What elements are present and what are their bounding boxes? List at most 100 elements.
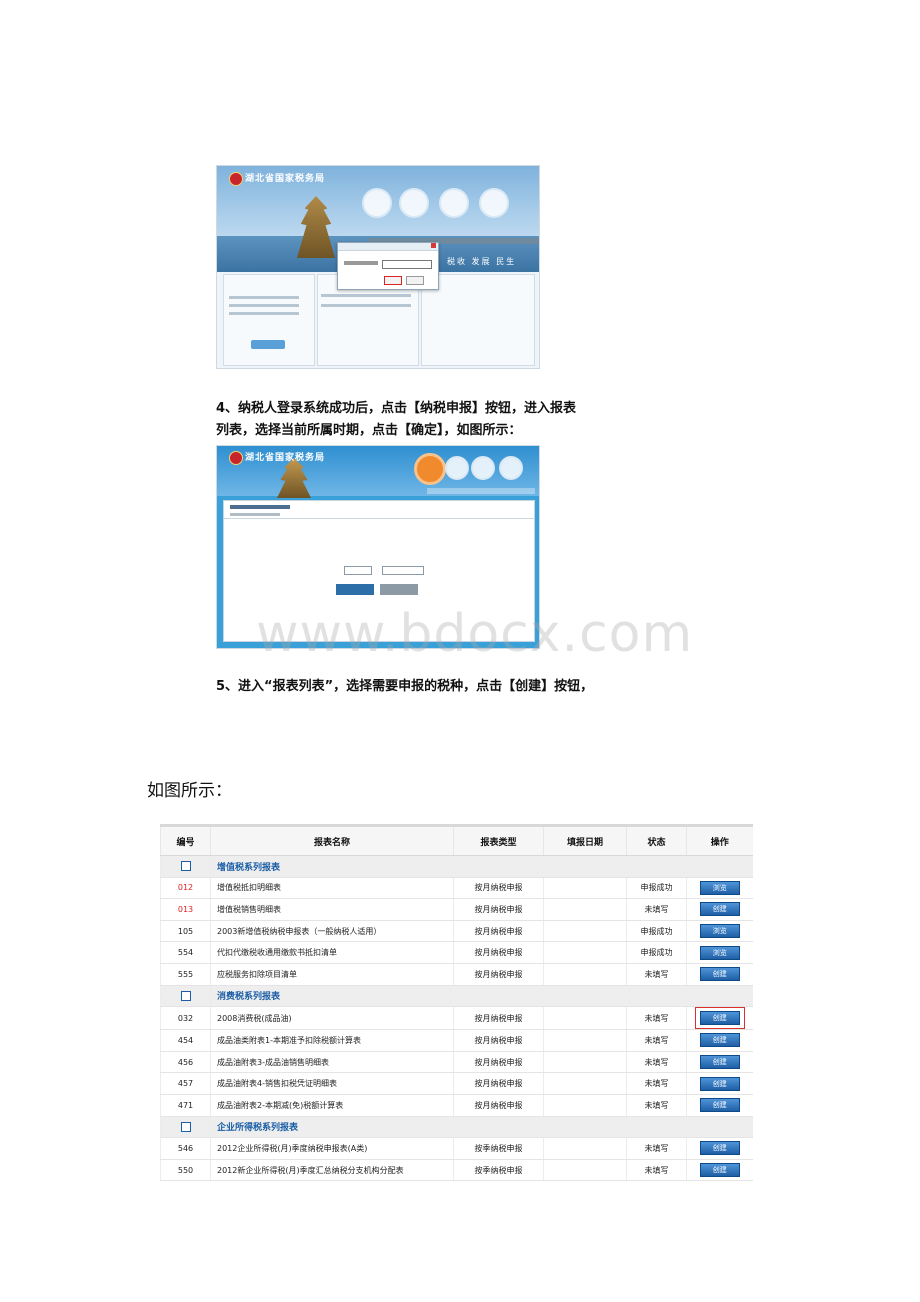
row-code: 105 xyxy=(160,920,211,943)
row-code: 456 xyxy=(160,1051,211,1074)
row-code: 032 xyxy=(160,1006,211,1031)
table-row: 555 应税服务扣除项目清单 按月纳税申报 未填写 创建 xyxy=(160,963,753,986)
create-button[interactable]: 创建 xyxy=(699,967,740,982)
row-status: 未填写 xyxy=(626,1159,687,1182)
row-report-name: 2012企业所得税(月)季度纳税申报表(A类) xyxy=(210,1137,454,1160)
row-action-cell: 创建 xyxy=(686,898,753,921)
table-row: 550 2012新企业所得税(月)季度汇总纳税分支机构分配表 按季纳税申报 未填写 创建 xyxy=(160,1159,753,1182)
row-fill-date xyxy=(543,877,627,900)
nav-circle-icon[interactable] xyxy=(471,456,495,480)
row-report-type: 按月纳税申报 xyxy=(453,1051,544,1074)
row-fill-date xyxy=(543,1159,627,1182)
row-report-type: 按月纳税申报 xyxy=(453,877,544,900)
row-status: 未填写 xyxy=(626,1006,687,1031)
watermark: www.bdocx.com xyxy=(256,604,694,664)
step4-line1: 4、纳税人登录系统成功后，点击【纳税申报】按钮，进入报表 xyxy=(216,401,577,416)
row-action-cell: 创建 xyxy=(686,1029,753,1052)
figure-caption: 如图所示： xyxy=(147,781,232,801)
row-action-cell: 创建 xyxy=(686,1072,753,1095)
browse-button[interactable]: 浏览 xyxy=(699,880,740,895)
row-action-cell: 创建 xyxy=(686,1137,753,1160)
tax-bureau-emblem-icon xyxy=(229,451,243,465)
row-action-cell: 创建 xyxy=(686,1094,753,1117)
row-action-cell: 创建 xyxy=(686,1006,753,1031)
ca-login-button[interactable] xyxy=(251,340,285,349)
step4-line2: 列表，选择当前所属时期，点击【确定】，如图所示： xyxy=(216,423,522,438)
row-status: 申报成功 xyxy=(626,920,687,943)
group-checkbox[interactable] xyxy=(180,990,191,1001)
table-row: 013 增值税销售明细表 按月纳税申报 未填写 创建 xyxy=(160,898,753,921)
row-report-name: 增值税抵扣明细表 xyxy=(210,877,454,900)
browse-button[interactable]: 浏览 xyxy=(699,924,740,939)
create-button[interactable]: 创建 xyxy=(699,1055,740,1070)
table-row: 105 2003新增值税纳税申报表（一般纳税人适用） 按月纳税申报 申报成功 浏览 xyxy=(160,920,753,943)
login-slogan: 税收 发展 民生 xyxy=(447,257,517,266)
group-title: 企业所得税系列报表 xyxy=(210,1116,753,1139)
table-row: 471 成品油附表2-本期减(免)税额计算表 按月纳税申报 未填写 创建 xyxy=(160,1094,753,1117)
text-line xyxy=(229,296,299,299)
confirm-button[interactable] xyxy=(384,276,402,285)
table-row: 012 增值税抵扣明细表 按月纳税申报 申报成功 浏览 xyxy=(160,877,753,900)
row-report-name: 成品油附表2-本期减(免)税额计算表 xyxy=(210,1094,454,1117)
row-report-type: 按季纳税申报 xyxy=(453,1137,544,1160)
row-fill-date xyxy=(543,1072,627,1095)
column-header-type: 报表类型 xyxy=(453,824,544,856)
row-code: 554 xyxy=(160,941,211,964)
row-report-type: 按月纳税申报 xyxy=(453,1029,544,1052)
cancel-button[interactable] xyxy=(406,276,424,285)
row-report-type: 按月纳税申报 xyxy=(453,941,544,964)
row-report-type: 按月纳税申报 xyxy=(453,1094,544,1117)
create-button[interactable]: 创建 xyxy=(699,902,740,917)
nav-circle-icon[interactable] xyxy=(445,456,469,480)
table-row: 554 代扣代缴税收通用缴款书抵扣清单 按月纳税申报 申报成功 浏览 xyxy=(160,941,753,964)
dialog-title-bar xyxy=(338,243,438,251)
create-button[interactable]: 创建 xyxy=(699,1011,740,1026)
user-login-panel xyxy=(223,274,315,366)
create-button[interactable]: 创建 xyxy=(699,1163,740,1178)
table-row: 456 成品油附表3-成品油销售明细表 按月纳税申报 未填写 创建 xyxy=(160,1051,753,1074)
nav-circle-icon[interactable] xyxy=(499,456,523,480)
row-status: 申报成功 xyxy=(626,877,687,900)
row-status: 未填写 xyxy=(626,898,687,921)
group-checkbox[interactable] xyxy=(180,1121,191,1132)
group-title: 消费税系列报表 xyxy=(210,985,753,1008)
create-button[interactable]: 创建 xyxy=(699,1076,740,1091)
password-field[interactable] xyxy=(382,260,432,269)
nav-circle-icon xyxy=(439,188,469,218)
row-report-name: 2008消费税(成品油) xyxy=(210,1006,454,1031)
breadcrumb xyxy=(230,513,280,516)
user-info-bar xyxy=(427,488,535,494)
row-code: 550 xyxy=(160,1159,211,1182)
close-icon[interactable] xyxy=(431,243,436,248)
row-fill-date xyxy=(543,1029,627,1052)
group-checkbox[interactable] xyxy=(180,861,191,872)
row-fill-date xyxy=(543,920,627,943)
create-button[interactable]: 创建 xyxy=(699,1141,740,1156)
highlight-box: 创建 xyxy=(694,1007,745,1030)
row-code: 012 xyxy=(160,877,211,900)
login-site-title: 湖北省国家税务局 xyxy=(245,174,326,184)
browse-button[interactable]: 浏览 xyxy=(699,945,740,960)
row-code: 454 xyxy=(160,1029,211,1052)
row-report-name: 代扣代缴税收通用缴款书抵扣清单 xyxy=(210,941,454,964)
confirm-button[interactable] xyxy=(336,584,374,595)
row-report-name: 2012新企业所得税(月)季度汇总纳税分支机构分配表 xyxy=(210,1159,454,1182)
nav-circle-icon xyxy=(399,188,429,218)
row-action-cell: 浏览 xyxy=(686,877,753,900)
nav-circle-icon xyxy=(479,188,509,218)
row-fill-date xyxy=(543,1051,627,1074)
row-code: 457 xyxy=(160,1072,211,1095)
year-select[interactable] xyxy=(344,566,372,575)
table-group-row: 消费税系列报表 xyxy=(160,985,753,1008)
table-group-row: 增值税系列报表 xyxy=(160,855,753,878)
row-fill-date xyxy=(543,898,627,921)
divider xyxy=(224,518,534,519)
month-select[interactable] xyxy=(382,566,424,575)
create-button[interactable]: 创建 xyxy=(699,1098,740,1113)
table-row: 454 成品油类附表1-本期准予扣除税额计算表 按月纳税申报 未填写 创建 xyxy=(160,1029,753,1052)
cancel-button[interactable] xyxy=(380,584,418,595)
tax-declaration-nav-icon[interactable] xyxy=(414,453,446,485)
create-button[interactable]: 创建 xyxy=(699,1033,740,1048)
row-status: 未填写 xyxy=(626,1094,687,1117)
row-fill-date xyxy=(543,941,627,964)
